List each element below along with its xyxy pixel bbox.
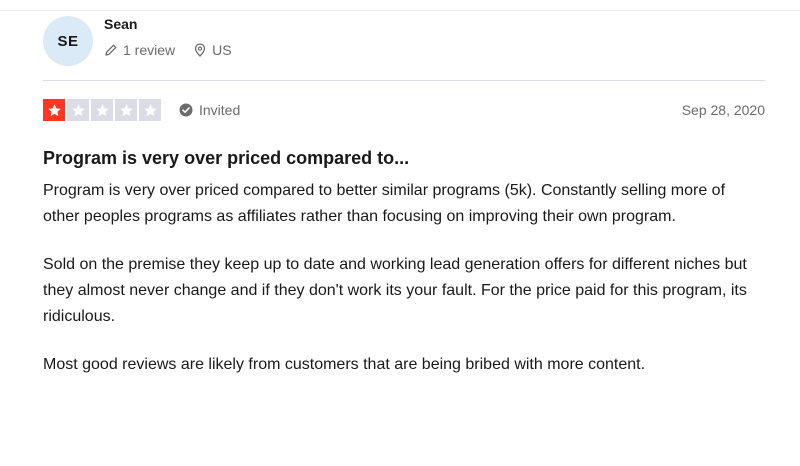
location-pin-icon bbox=[194, 43, 206, 57]
review-count: 1 review bbox=[104, 42, 175, 58]
pencil-icon bbox=[105, 44, 117, 56]
review-body: Program is very over priced compared to … bbox=[43, 178, 763, 400]
country-label: US bbox=[212, 42, 232, 58]
review-paragraph: Program is very over priced compared to … bbox=[43, 182, 726, 225]
invited-badge[interactable]: Invited bbox=[179, 102, 240, 118]
reviewer-info: Sean 1 review US bbox=[104, 16, 250, 58]
review-paragraph: Sold on the premise they keep up to date… bbox=[43, 256, 747, 325]
rating-row: Invited Sep 28, 2020 bbox=[43, 99, 765, 121]
reviewer-header: SE Sean 1 review US bbox=[43, 16, 250, 66]
review-title[interactable]: Program is very over priced compared to.… bbox=[43, 147, 409, 169]
header-divider bbox=[43, 80, 765, 81]
top-border bbox=[0, 10, 800, 11]
star-icon bbox=[43, 99, 65, 121]
reviewer-name[interactable]: Sean bbox=[104, 16, 250, 32]
review-count-label: 1 review bbox=[123, 42, 176, 58]
star-icon bbox=[139, 99, 161, 121]
invited-label: Invited bbox=[199, 102, 241, 118]
check-circle-icon bbox=[179, 103, 193, 117]
star-icon bbox=[115, 99, 137, 121]
review-paragraph: Most good reviews are likely from custom… bbox=[43, 356, 646, 373]
review-date: Sep 28, 2020 bbox=[681, 102, 765, 118]
star-icon bbox=[91, 99, 113, 121]
avatar[interactable]: SE bbox=[43, 16, 93, 66]
review-card: SE Sean 1 review US Invited Sep 28, 2020… bbox=[0, 0, 800, 466]
star-icon bbox=[67, 99, 89, 121]
reviewer-country: US bbox=[193, 42, 232, 58]
star-rating bbox=[43, 99, 163, 121]
reviewer-meta: 1 review US bbox=[104, 42, 250, 58]
